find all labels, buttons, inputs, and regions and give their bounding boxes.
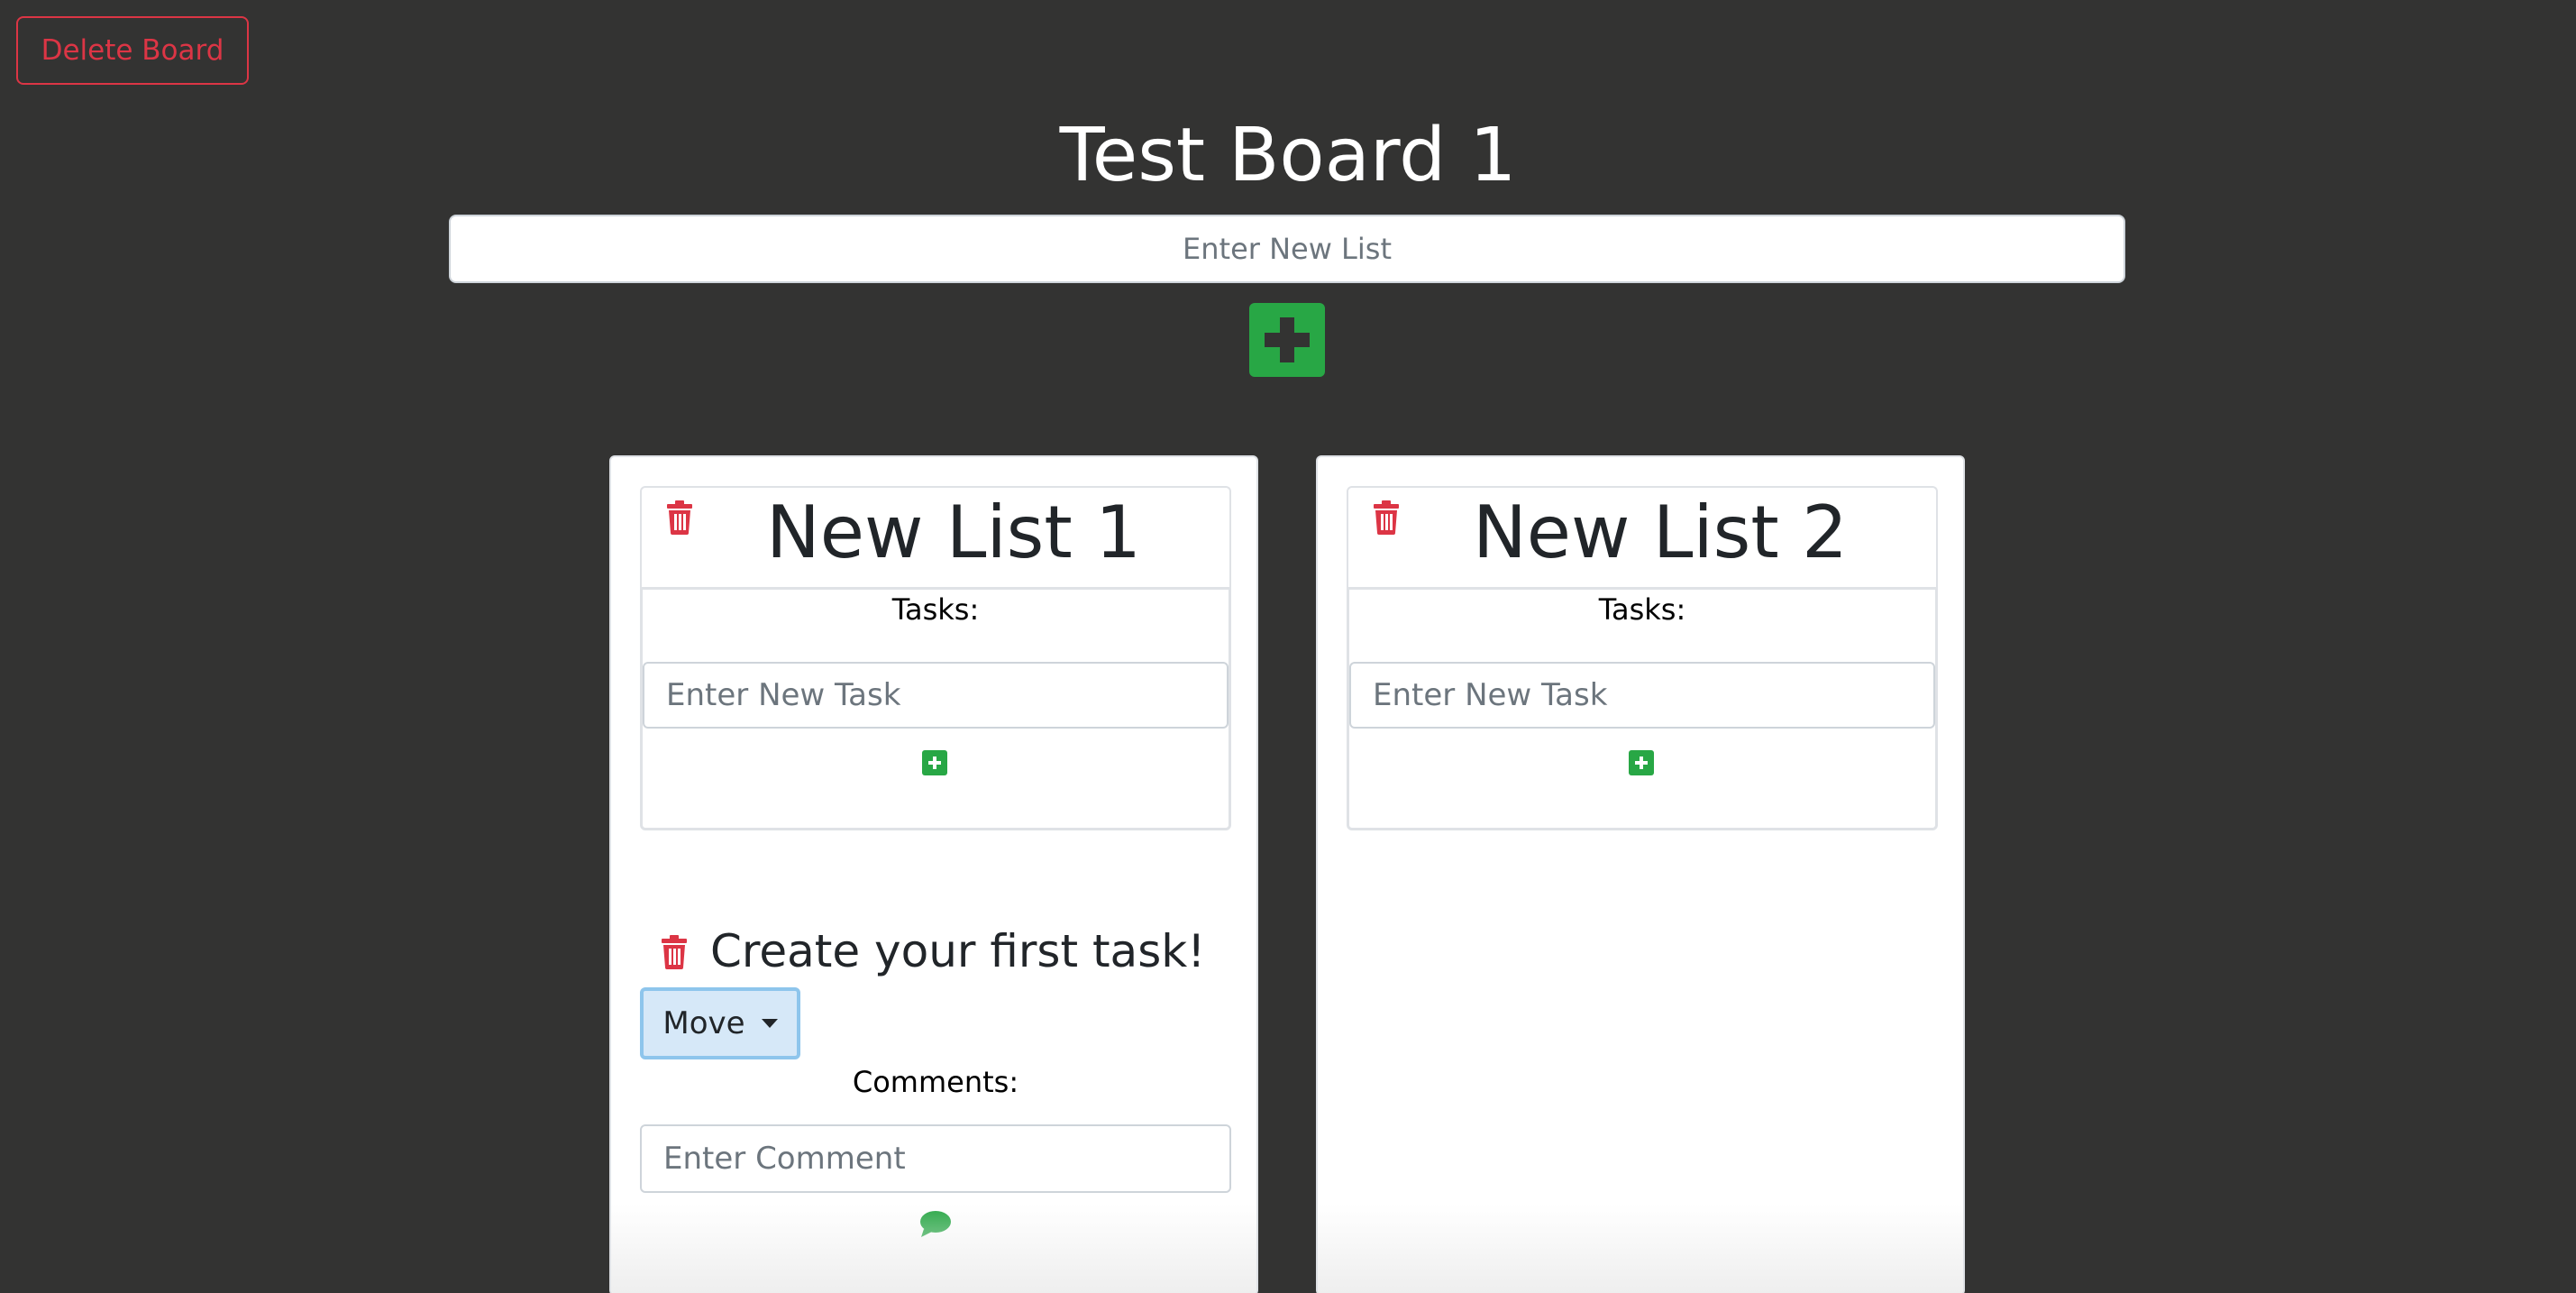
move-dropdown-button[interactable]: Move	[640, 987, 800, 1059]
delete-board-button[interactable]: Delete Board	[16, 16, 249, 85]
trash-icon[interactable]	[660, 935, 689, 969]
new-list-input[interactable]	[449, 215, 2125, 283]
column-fade	[611, 1204, 1256, 1293]
tasks-label: Tasks:	[891, 592, 980, 627]
tasks-section: Tasks:	[1347, 587, 1938, 830]
comments-label: Comments:	[852, 1065, 1019, 1099]
add-list-button[interactable]	[1249, 303, 1325, 377]
new-task-input[interactable]	[1349, 662, 1935, 729]
plus-icon	[1635, 757, 1648, 769]
plus-icon	[928, 757, 941, 769]
plus-icon	[1265, 317, 1310, 362]
list-title: New List 2	[1472, 491, 1849, 574]
task-title: Create your first task!	[710, 925, 1206, 977]
list-column-2: New List 2 Tasks:	[1316, 455, 1965, 1293]
add-task-button[interactable]	[1629, 750, 1654, 775]
list-header: New List 2	[1347, 486, 1938, 587]
move-label: Move	[662, 1005, 745, 1041]
tasks-section: Tasks:	[640, 587, 1231, 830]
column-fade	[1318, 1204, 1963, 1293]
add-task-button[interactable]	[922, 750, 947, 775]
tasks-label: Tasks:	[1598, 592, 1686, 627]
list-column-1: New List 1 Tasks: Create your first ta	[609, 455, 1258, 1293]
board-page: Delete Board Test Board 1 New List 1 Tas…	[0, 0, 2576, 1293]
list-title: New List 1	[765, 491, 1142, 574]
new-task-input[interactable]	[643, 662, 1229, 729]
board-title: Test Board 1	[1059, 113, 1517, 198]
comment-input[interactable]	[640, 1124, 1231, 1193]
list-header: New List 1	[640, 486, 1231, 587]
caret-down-icon	[761, 1019, 778, 1028]
